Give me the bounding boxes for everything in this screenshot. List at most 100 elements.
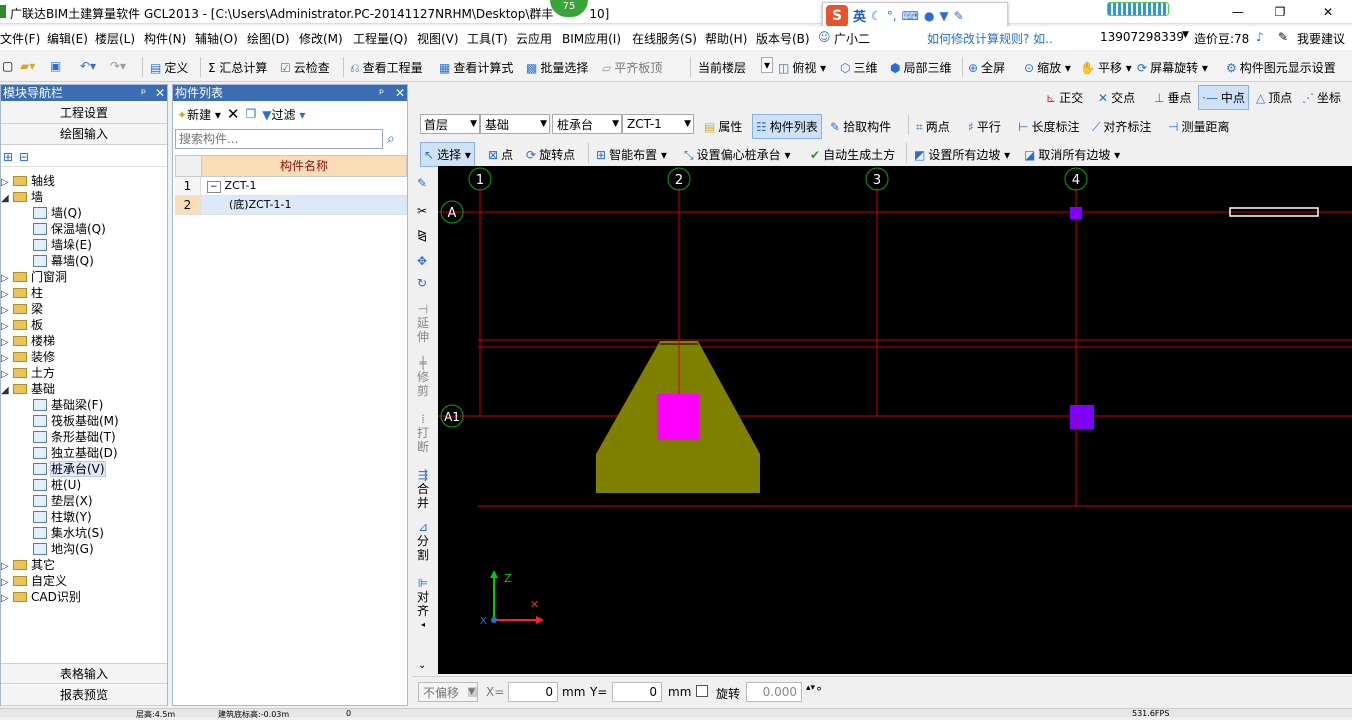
- table-input-button[interactable]: 表格输入: [1, 663, 167, 684]
- expand-arrow-icon[interactable]: ▷: [1, 591, 13, 607]
- spin-icon[interactable]: ▴▾: [806, 683, 815, 693]
- axis-bubble-2[interactable]: 2: [667, 167, 691, 191]
- point-button[interactable]: ⊠ 点: [488, 146, 513, 163]
- menu-tools[interactable]: 工具(T): [467, 30, 508, 47]
- view-quantity-button[interactable]: ⎌ 查看工程量: [350, 59, 423, 76]
- floor-dropdown[interactable]: ▾: [761, 57, 774, 73]
- ime-toolbar[interactable]: S 英 ☾ °, ⌨ ● ▼ ✎: [822, 2, 1008, 29]
- axis-bubble-A1[interactable]: A1: [440, 404, 464, 428]
- maximize-icon[interactable]: ❐: [1270, 4, 1290, 20]
- undo-icon[interactable]: ↶▾: [80, 59, 96, 73]
- tree-item[interactable]: 桩(U): [1, 477, 167, 493]
- minimize-icon[interactable]: —: [1228, 4, 1248, 20]
- collapse-all-icon[interactable]: ⊟: [19, 150, 29, 164]
- extend-button[interactable]: ⊣ 延伸: [416, 302, 430, 344]
- tree-item[interactable]: 条形基础(T): [1, 429, 167, 445]
- tree-item[interactable]: 地沟(G): [1, 541, 167, 557]
- menu-bim[interactable]: BIM应用(I): [562, 30, 621, 47]
- type-select[interactable]: 基础 ▼: [480, 114, 550, 134]
- help-question-link[interactable]: 如何修改计算规则? 如..: [927, 30, 1053, 47]
- tree-item[interactable]: 桩承台(V): [1, 461, 167, 477]
- tree-folder[interactable]: ◢ 墙: [1, 189, 167, 205]
- align-slab-top-button[interactable]: ▱ 平齐板顶: [602, 59, 662, 76]
- pile-column[interactable]: [657, 394, 699, 440]
- shirt-icon[interactable]: ▼: [939, 9, 948, 23]
- ime-language[interactable]: 英: [853, 6, 866, 25]
- axis-bubble-1[interactable]: 1: [468, 167, 492, 191]
- filter-button[interactable]: ▼过滤 ▾: [262, 106, 305, 123]
- search-input[interactable]: [175, 129, 383, 149]
- cloud-check-button[interactable]: ☑ 云检查: [280, 59, 330, 76]
- trim-button[interactable]: ╪ 修剪: [416, 356, 430, 398]
- cancel-all-slopes-button[interactable]: ◪ 取消所有边坡 ▾: [1024, 146, 1120, 163]
- pin-icon[interactable]: ᵖ: [379, 85, 384, 101]
- align-button[interactable]: ⊫ 对齐 ◂: [416, 576, 430, 632]
- menu-quantity[interactable]: 工程量(Q): [353, 30, 408, 47]
- close-icon[interactable]: ✕: [155, 85, 165, 101]
- tree-item[interactable]: 集水坑(S): [1, 525, 167, 541]
- rotate-icon[interactable]: ↻: [417, 276, 427, 290]
- redo-icon[interactable]: ↷▾: [110, 59, 126, 73]
- tree-item[interactable]: 保温墙(Q): [1, 221, 167, 237]
- tree-folder[interactable]: ▷ CAD识别: [1, 589, 167, 605]
- delete-icon[interactable]: ✕: [227, 105, 240, 123]
- top-view-button[interactable]: ◫ 俯视 ▾: [778, 59, 826, 76]
- move-icon[interactable]: ✥: [417, 254, 427, 268]
- subtype-select[interactable]: 桩承台 ▼: [552, 114, 622, 134]
- tree-folder[interactable]: ▷ 梁: [1, 301, 167, 317]
- moon-icon[interactable]: ☾: [871, 9, 882, 23]
- snap-midpoint[interactable]: ·— 中点: [1198, 85, 1249, 110]
- mirror-icon[interactable]: ⧎: [417, 228, 427, 242]
- close-icon[interactable]: ✕: [395, 85, 405, 101]
- menu-aux-axis[interactable]: 辅轴(O): [195, 30, 238, 47]
- component-select[interactable]: ZCT-1 ▼: [622, 114, 694, 134]
- tree-folder[interactable]: ▷ 自定义: [1, 573, 167, 589]
- menu-file[interactable]: 文件(F): [0, 30, 40, 47]
- tree-item[interactable]: 独立基础(D): [1, 445, 167, 461]
- chevron-down-icon[interactable]: ▼: [1182, 30, 1189, 40]
- tree-folder[interactable]: ▷ 楼梯: [1, 333, 167, 349]
- scissors-icon[interactable]: ✂: [417, 204, 427, 218]
- project-settings-button[interactable]: 工程设置: [1, 103, 167, 124]
- punctuation-icon[interactable]: °,: [887, 9, 897, 23]
- rotate-angle-input[interactable]: [746, 682, 802, 702]
- menu-floor[interactable]: 楼层(L): [95, 30, 135, 47]
- wrench-icon[interactable]: ✎: [954, 9, 964, 23]
- search-icon[interactable]: ⌕: [387, 131, 395, 147]
- 3d-button[interactable]: ⬡ 三维: [840, 59, 878, 76]
- snap-intersection[interactable]: ✕ 交点: [1098, 89, 1135, 106]
- pan-button[interactable]: ✋ 平移 ▾: [1080, 59, 1132, 76]
- snap-perpendicular[interactable]: ⊥ 垂点: [1154, 89, 1191, 106]
- column-header-name[interactable]: 构件名称: [202, 156, 406, 176]
- keyboard-icon[interactable]: ⌨: [902, 9, 919, 23]
- collapse-icon[interactable]: −: [207, 181, 221, 193]
- select-button[interactable]: ↖ 选择 ▾: [420, 142, 475, 167]
- drawing-input-button[interactable]: 绘图输入: [1, 124, 167, 145]
- cad-canvas[interactable]: 1 2 3 4 A A1 Z ✕ X: [438, 166, 1352, 674]
- screen-rotate-button[interactable]: ⟳ 屏幕旋转 ▾: [1137, 59, 1208, 76]
- aligned-dimension-button[interactable]: ⟋ 对齐标注: [1092, 118, 1151, 135]
- two-points-button[interactable]: ⌗ 两点: [916, 118, 950, 135]
- component-list-button[interactable]: ☷ 构件列表: [752, 114, 822, 139]
- tree-item[interactable]: 墙(Q): [1, 205, 167, 221]
- tree-folder[interactable]: ▷ 其它: [1, 557, 167, 573]
- new-component-button[interactable]: ✦新建 ▾: [177, 106, 221, 123]
- tree-folder[interactable]: ▷ 柱: [1, 285, 167, 301]
- properties-button[interactable]: ▤ 属性: [704, 118, 742, 135]
- tree-folder[interactable]: ▷ 板: [1, 317, 167, 333]
- axis-bubble-4[interactable]: 4: [1064, 167, 1088, 191]
- smart-layout-button[interactable]: ⊞ 智能布置 ▾: [596, 146, 667, 163]
- split-button[interactable]: ⊿ 分割: [416, 520, 430, 562]
- menu-draw[interactable]: 绘图(D): [247, 30, 290, 47]
- floor-select[interactable]: 首层 ▼: [420, 114, 480, 134]
- axis-bubble-3[interactable]: 3: [865, 167, 889, 191]
- y-offset-input[interactable]: [612, 682, 662, 702]
- merge-button[interactable]: ⇶ 合并: [416, 468, 430, 510]
- menu-component[interactable]: 构件(N): [144, 30, 186, 47]
- batch-select-button[interactable]: ▩ 批量选择: [526, 59, 588, 76]
- menu-online[interactable]: 在线服务(S): [632, 30, 697, 47]
- bell-icon[interactable]: ♪: [1256, 30, 1264, 44]
- tree-folder[interactable]: ▷ 装修: [1, 349, 167, 365]
- pencil-icon[interactable]: ✎: [417, 176, 427, 190]
- new-file-icon[interactable]: ▢: [2, 59, 13, 73]
